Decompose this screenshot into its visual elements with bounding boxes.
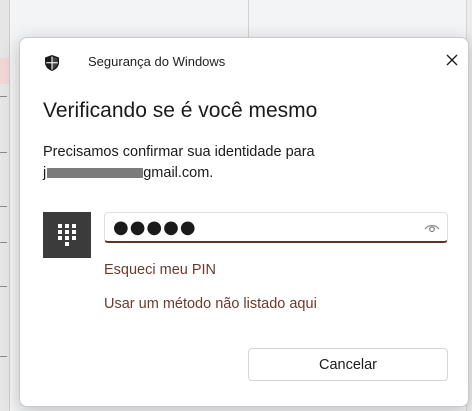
shield-icon: [43, 54, 61, 72]
dialog-heading: Verificando se é você mesmo: [43, 99, 318, 122]
pin-tile: [43, 212, 91, 258]
close-button[interactable]: [438, 46, 466, 74]
background-divider: [248, 0, 249, 38]
email-suffix: gmail.com.: [143, 165, 214, 181]
background-mark: [0, 206, 7, 207]
windows-security-dialog: Segurança do Windows Verificando se é vo…: [19, 37, 469, 407]
description-line-2: j gmail.com.: [43, 163, 315, 184]
other-method-link[interactable]: Usar um método não listado aqui: [104, 296, 317, 312]
eye-icon: [424, 225, 440, 233]
close-icon: [446, 54, 458, 66]
forgot-pin-link[interactable]: Esqueci meu PIN: [104, 262, 216, 278]
background-mark: [0, 96, 7, 97]
background-highlight: [0, 58, 9, 84]
keypad-icon: [58, 224, 76, 246]
pin-input[interactable]: [104, 212, 448, 243]
background-mark: [0, 356, 7, 357]
email-prefix: j: [43, 165, 47, 181]
background-mark: [0, 152, 7, 153]
background-mark: [0, 286, 7, 287]
background-mark: [0, 242, 7, 243]
email-redaction: [47, 168, 144, 179]
dialog-titlebar: Segurança do Windows: [20, 38, 468, 86]
reveal-pin-button[interactable]: [421, 219, 443, 237]
dialog-app-title: Segurança do Windows: [88, 54, 226, 69]
cancel-button[interactable]: Cancelar: [248, 348, 448, 381]
dialog-description: Precisamos confirmar sua identidade para…: [43, 142, 315, 184]
description-line-1: Precisamos confirmar sua identidade para: [43, 144, 315, 160]
